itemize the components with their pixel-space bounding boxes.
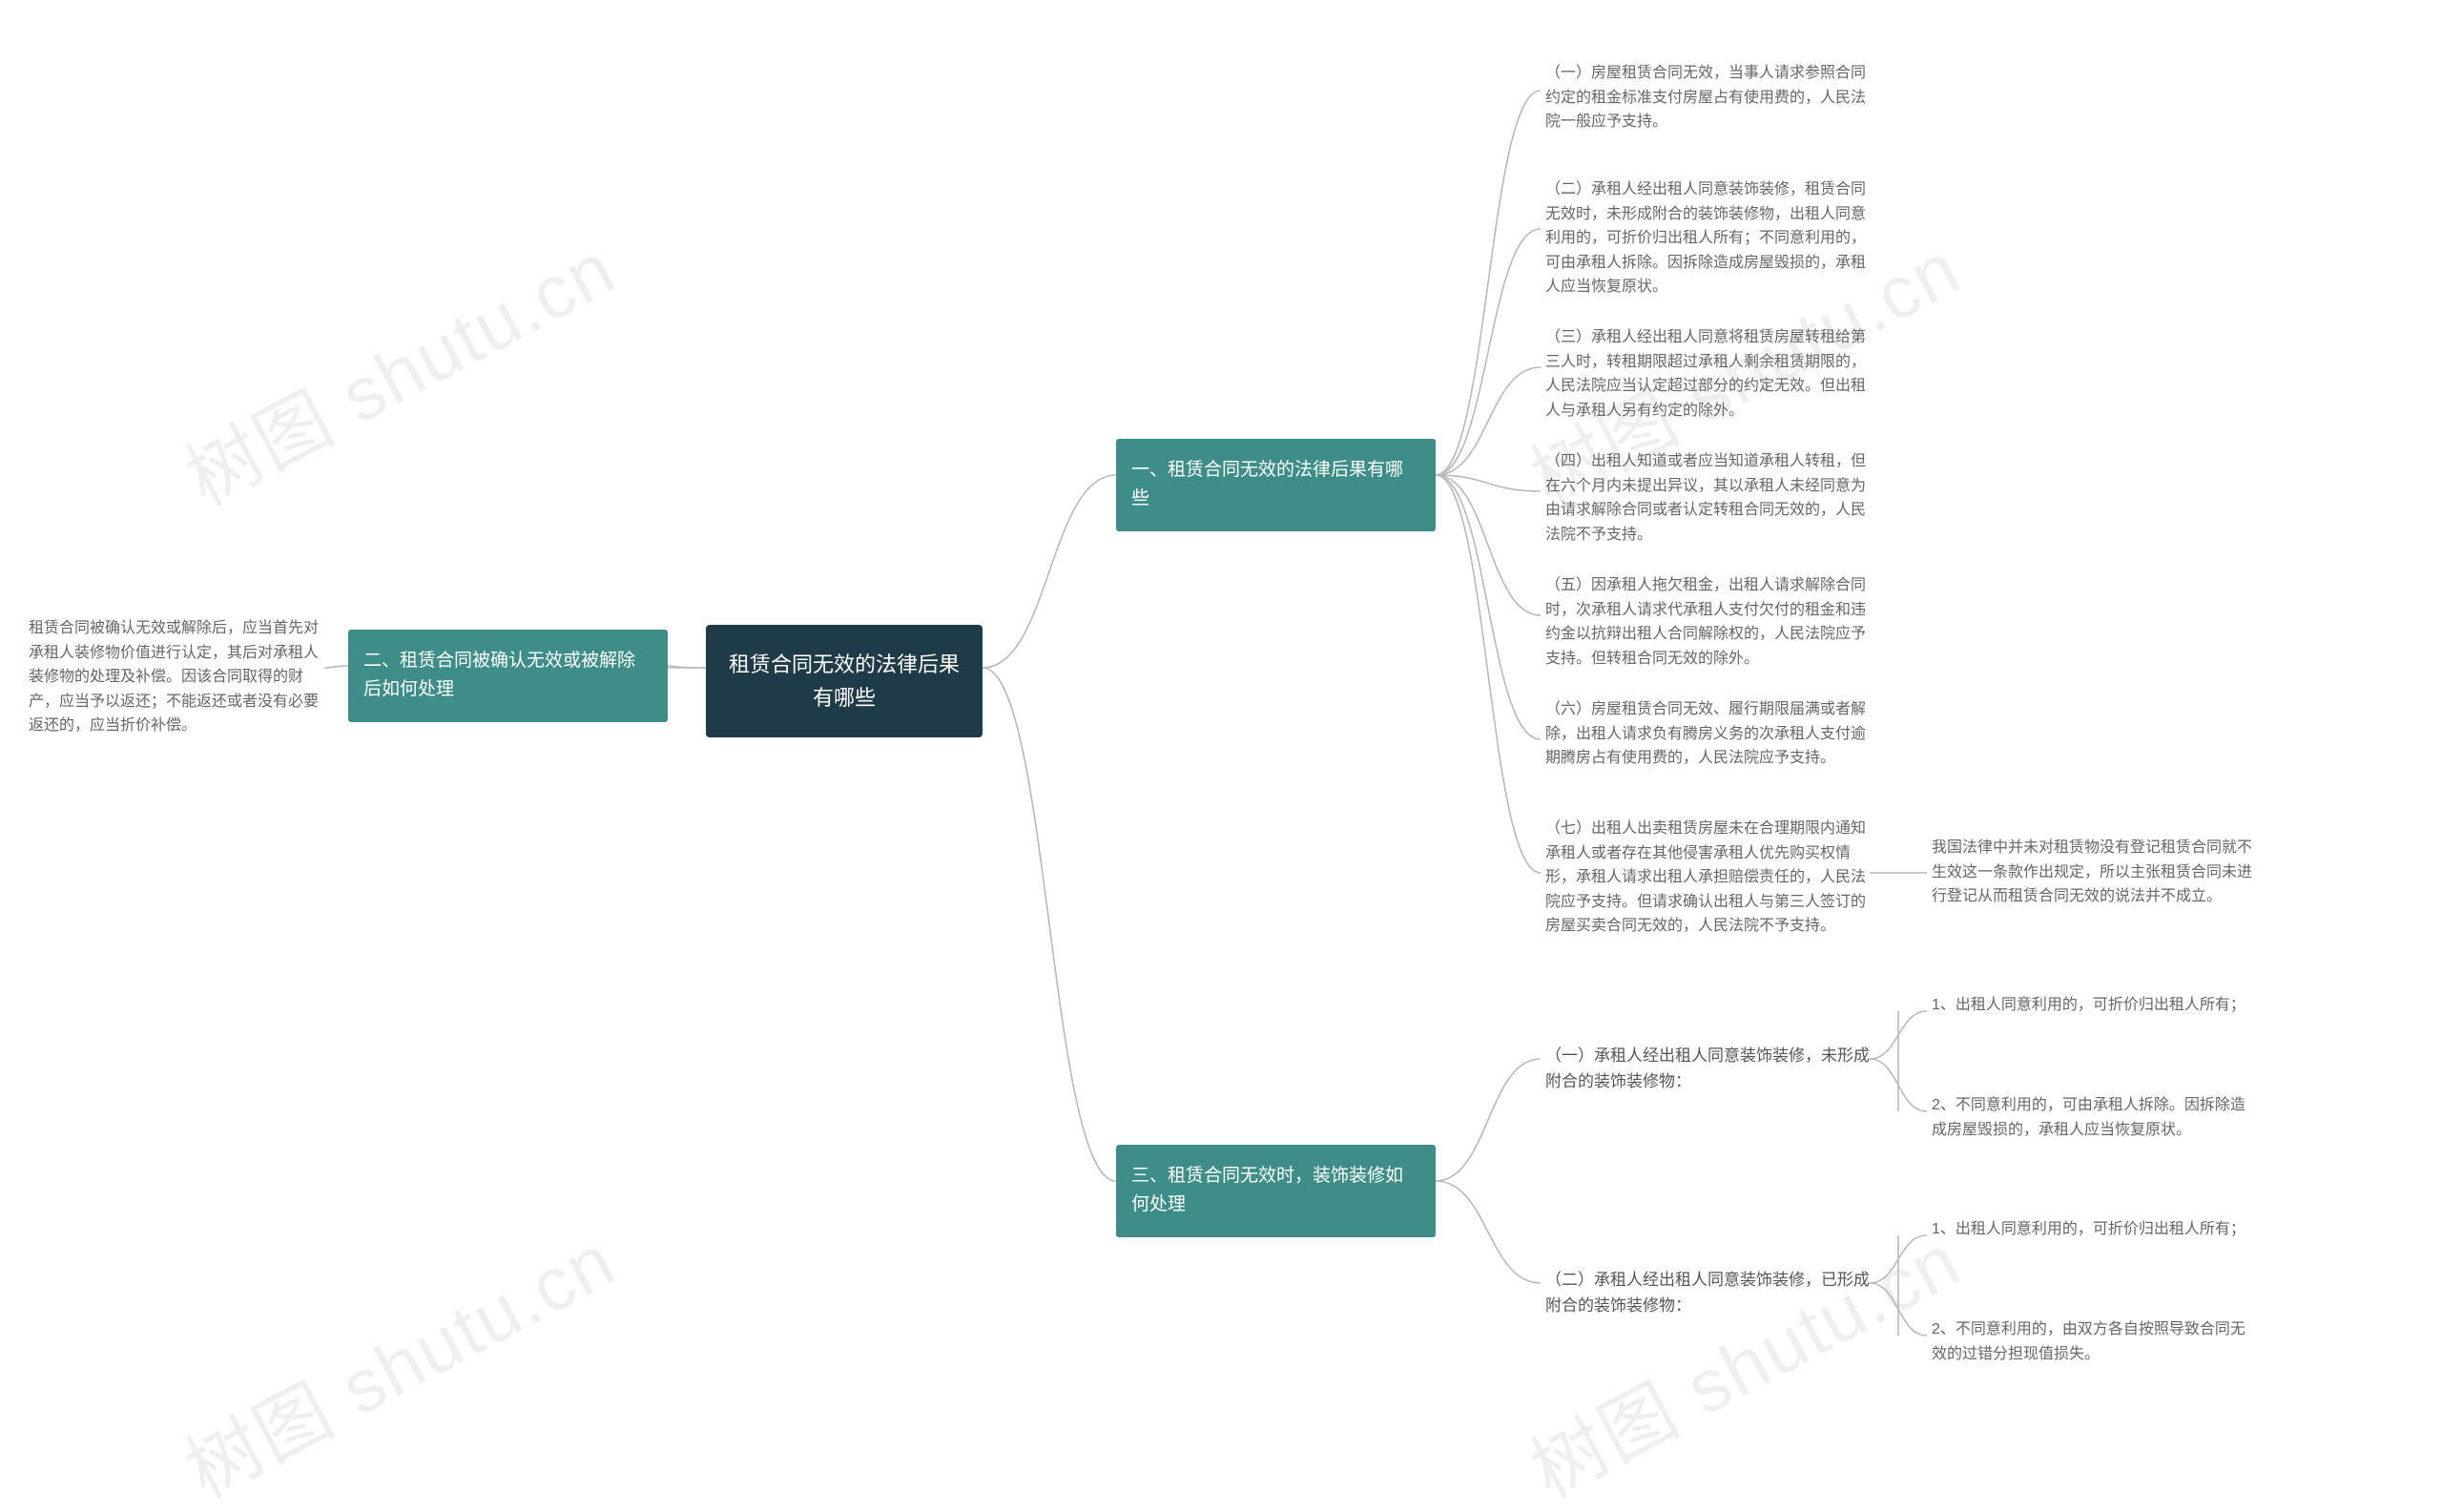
branch3-sub1-item1: 1、出租人同意利用的，可折价归出租人所有； (1932, 987, 2256, 1024)
watermark: 树图 shutu.cn (165, 1202, 631, 1512)
branch-3[interactable]: 三、租赁合同无效时，装饰装修如何处理 (1116, 1145, 1436, 1237)
branch1-item-7: （七）出租人出卖租赁房屋未在合理期限内通知承租人或者存在其他侵害承租人优先购买权… (1545, 811, 1870, 944)
branch3-sub2: （二）承租人经出租人同意装饰装修，已形成附合的装饰装修物： (1545, 1259, 1870, 1326)
branch1-item-1: （一）房屋租赁合同无效，当事人请求参照合同约定的租金标准支付房屋占有使用费的，人… (1545, 55, 1870, 140)
branch-2[interactable]: 二、租赁合同被确认无效或被解除后如何处理 (348, 630, 668, 722)
branch3-sub2-item2: 2、不同意利用的，由双方各自按照导致合同无效的过错分担现值损失。 (1932, 1312, 2256, 1372)
root-node[interactable]: 租赁合同无效的法律后果有哪些 (706, 625, 983, 737)
branch1-item-6: （六）房屋租赁合同无效、履行期限届满或者解除，出租人请求负有腾房义务的次承租人支… (1545, 692, 1870, 777)
branch1-item-5: （五）因承租人拖欠租金，出租人请求解除合同时，次承租人请求代承租人支付欠付的租金… (1545, 568, 1870, 676)
watermark: 树图 shutu.cn (1510, 1202, 1976, 1512)
branch3-sub1-item2: 2、不同意利用的，可由承租人拆除。因拆除造成房屋毁损的，承租人应当恢复原状。 (1932, 1087, 2256, 1148)
branch-1[interactable]: 一、租赁合同无效的法律后果有哪些 (1116, 439, 1436, 531)
branch1-item-4: （四）出租人知道或者应当知道承租人转租，但在六个月内未提出异议，其以承租人未经同… (1545, 444, 1870, 552)
branch3-sub2-item1: 1、出租人同意利用的，可折价归出租人所有； (1932, 1212, 2256, 1248)
watermark: 树图 shutu.cn (165, 210, 631, 526)
connector-lines (0, 0, 2442, 1512)
branch1-item-3: （三）承租人经出租人同意将租赁房屋转租给第三人时，转租期限超过承租人剩余租赁期限… (1545, 320, 1870, 428)
branch3-sub1: （一）承租人经出租人同意装饰装修，未形成附合的装饰装修物： (1545, 1035, 1870, 1102)
branch1-item-2: （二）承租人经出租人同意装饰装修，租赁合同无效时，未形成附合的装饰装修物，出租人… (1545, 172, 1870, 305)
branch2-detail: 租赁合同被确认无效或解除后，应当首先对承租人装修物价值进行认定，其后对承租人装修… (29, 611, 324, 744)
branch1-note: 我国法律中并未对租赁物没有登记租赁合同就不生效这一条款作出规定，所以主张租赁合同… (1932, 830, 2256, 915)
